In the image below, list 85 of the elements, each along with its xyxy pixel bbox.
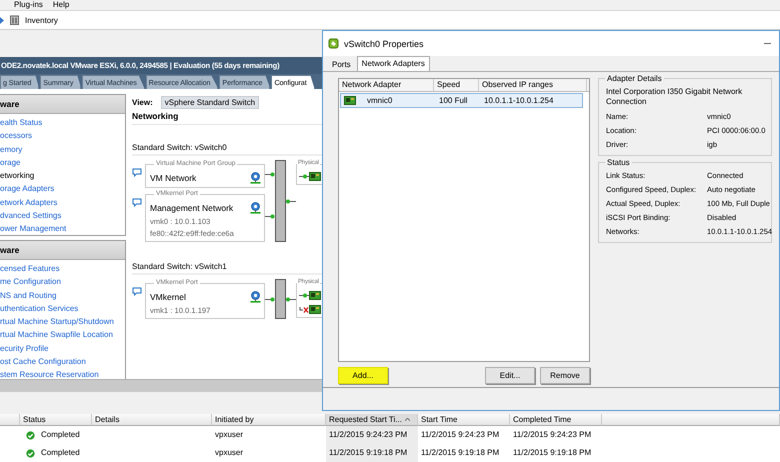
- sidebar-link[interactable]: orage: [0, 156, 125, 170]
- tab[interactable]: Ports: [328, 58, 355, 71]
- sidebar-link[interactable]: ower Management: [0, 222, 125, 236]
- panel-header: ware: [0, 241, 125, 260]
- column-header[interactable]: Speed: [434, 79, 479, 91]
- speech-bubble-icon[interactable]: [132, 198, 142, 207]
- sidebar-link[interactable]: ocessors: [0, 129, 125, 143]
- view-label: View:: [132, 98, 153, 107]
- port-group-name: Management Network: [150, 203, 234, 213]
- speech-bubble-icon[interactable]: [132, 168, 142, 177]
- column-header[interactable]: Completed Time: [510, 414, 602, 426]
- sidebar-link[interactable]: etworking: [0, 169, 125, 182]
- connector-icon: [286, 198, 296, 204]
- breadcrumb-link[interactable]: Inventory: [25, 16, 58, 24]
- column-header[interactable]: Observed IP ranges: [479, 79, 587, 91]
- speech-bubble-icon[interactable]: [132, 287, 142, 296]
- column-header[interactable]: Status: [20, 414, 92, 426]
- network-card-icon: [309, 291, 321, 300]
- link-connected-icon: [299, 174, 309, 179]
- success-check-icon: [26, 430, 35, 440]
- table-cell-text: 11/2/2015 9:19:18 PM: [512, 447, 592, 459]
- switch-bar: [275, 279, 286, 319]
- network-card-icon: [309, 172, 321, 181]
- table-cell-text: vpxuser: [214, 429, 244, 441]
- dialog-title: vSwitch0 Properties: [344, 38, 424, 48]
- sidebar-link[interactable]: me Configuration: [0, 275, 125, 289]
- status-text: Completed: [41, 447, 80, 459]
- dialog-button[interactable]: Remove: [540, 367, 590, 384]
- column-header[interactable]: Requested Start Ti...: [326, 414, 418, 426]
- port-group-name: VM Network: [150, 173, 196, 183]
- table-cell-text: 11/2/2015 9:19:18 PM: [420, 447, 500, 459]
- connector-icon: [286, 296, 296, 302]
- table-cell-text: vmnic0: [366, 96, 392, 105]
- sidebar-link[interactable]: rtual Machine Startup/Shutdown: [0, 315, 125, 328]
- sidebar-link[interactable]: etwork Adapters: [0, 196, 125, 210]
- dialog-app-icon: [328, 38, 339, 49]
- back-arrow-icon[interactable]: [0, 16, 4, 24]
- inventory-icon: [10, 15, 19, 25]
- success-check-icon: [26, 448, 35, 458]
- table-cell-text: 11/2/2015 9:24:23 PM: [420, 429, 500, 441]
- network-card-icon: [309, 305, 321, 314]
- network-globe-icon: [250, 202, 261, 214]
- group-title: Adapter Details: [605, 74, 664, 83]
- connector-icon: [265, 214, 275, 218]
- table-cell: 11/2/2015 9:19:18 PM: [326, 444, 418, 462]
- sidebar-link[interactable]: dvanced Settings: [0, 209, 125, 222]
- dialog-button[interactable]: Edit...: [485, 367, 535, 384]
- network-globe-icon: [250, 172, 261, 184]
- column-header[interactable]: Details: [92, 414, 212, 426]
- connector-icon: [265, 172, 275, 176]
- dialog-button[interactable]: Add...: [338, 367, 388, 384]
- port-group-name: VMkernel: [150, 292, 186, 302]
- link-connected-icon: [299, 293, 309, 298]
- sidebar-link[interactable]: uthentication Services: [0, 302, 125, 316]
- column-header[interactable]: Initiated by: [212, 414, 326, 426]
- panel-header: ware: [0, 95, 125, 114]
- sidebar-link[interactable]: stem Resource Reservation: [0, 368, 125, 379]
- sidebar-link[interactable]: ecurity Profile: [0, 342, 125, 356]
- connector-icon: [265, 296, 275, 302]
- group-title: Status: [605, 158, 632, 167]
- table-cell-text: 11/2/2015 9:24:23 PM: [512, 429, 592, 441]
- sidebar-link[interactable]: orage Adapters: [0, 182, 125, 196]
- link-disconnected-icon: [299, 306, 309, 312]
- view-selector[interactable]: vSphere Standard Switch: [160, 96, 260, 109]
- adapter-row[interactable]: vmnic0 100 Full 10.0.1.1-10.0.1.254: [340, 93, 583, 108]
- column-header[interactable]: Start Time: [418, 414, 510, 426]
- tab[interactable]: Network Adapters: [356, 56, 430, 71]
- sidebar-link[interactable]: emory: [0, 142, 125, 156]
- sidebar-link[interactable]: censed Features: [0, 262, 125, 276]
- status-text: Completed: [41, 429, 80, 441]
- table-cell: 11/2/2015 9:24:23 PM: [326, 426, 418, 444]
- network-globe-icon: [250, 291, 261, 303]
- sidebar-link[interactable]: ost Cache Configuration: [0, 355, 125, 368]
- table-cell-text: 100 Full: [438, 96, 468, 105]
- menu-item[interactable]: Plug-ins: [14, 0, 43, 10]
- adapter-description: Intel Corporation I350 Gigabit Network Connection: [606, 87, 744, 107]
- network-card-icon: [344, 96, 356, 105]
- sidebar-link[interactable]: ealth Status: [0, 116, 125, 130]
- sidebar-link[interactable]: NS and Routing: [0, 288, 125, 302]
- sidebar-link[interactable]: rtual Machine Swapfile Location: [0, 328, 125, 342]
- table-cell-text: 10.0.1.1-10.0.1.254: [483, 96, 554, 105]
- table-cell-text: vpxuser: [214, 447, 244, 459]
- column-header[interactable]: Network Adapter: [339, 79, 434, 91]
- menu-item[interactable]: Help: [52, 0, 70, 10]
- table-header: [0, 414, 20, 426]
